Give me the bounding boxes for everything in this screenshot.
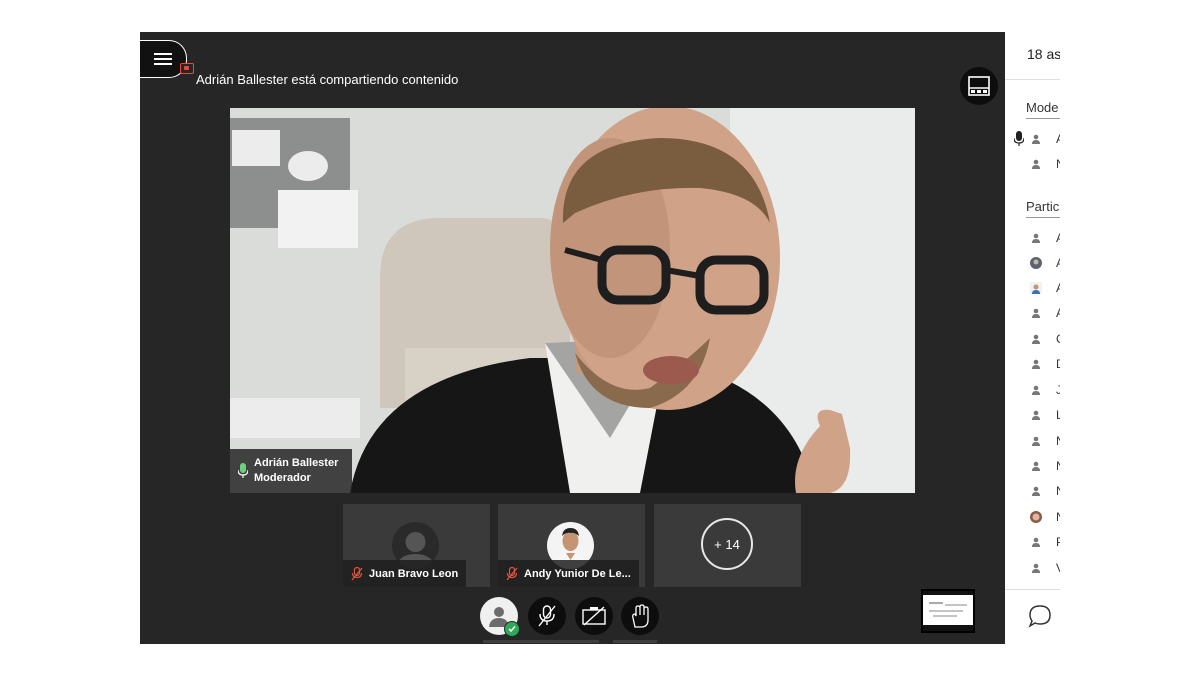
attendee-row[interactable]: L <box>1005 405 1060 425</box>
user-icon <box>1032 410 1040 420</box>
user-icon <box>1032 134 1040 144</box>
content-thumbnail-image <box>923 591 973 631</box>
hamburger-icon <box>154 53 172 65</box>
user-icon <box>1032 359 1040 369</box>
user-icon <box>1032 486 1040 496</box>
status-check-icon <box>504 621 520 637</box>
main-video-feed: Adrián Ballester Moderador <box>230 108 915 493</box>
attendee-row[interactable]: A <box>1005 228 1060 248</box>
attendee-row[interactable]: D <box>1005 354 1060 374</box>
attendee-row[interactable]: A <box>1005 253 1060 273</box>
attendee-row[interactable]: V <box>1005 558 1060 578</box>
avatar <box>1030 257 1042 269</box>
camera-toggle-button[interactable] <box>575 597 613 635</box>
more-participants-button[interactable]: + 14 <box>701 518 753 570</box>
layout-toggle-button[interactable] <box>960 67 998 105</box>
participant-thumbnail[interactable]: Juan Bravo Leon <box>343 504 490 587</box>
shared-content-preview[interactable] <box>921 589 975 633</box>
more-participants-tile[interactable]: + 14 <box>654 504 801 587</box>
speaker-name: Adrián Ballester <box>254 457 339 469</box>
user-icon <box>1032 385 1040 395</box>
user-icon <box>1032 537 1040 547</box>
avatar <box>1030 282 1042 294</box>
recording-icon <box>180 63 194 74</box>
user-icon <box>1032 233 1040 243</box>
attendee-row[interactable]: N <box>1005 456 1060 476</box>
chat-button[interactable] <box>1028 604 1052 633</box>
attendee-row[interactable]: N <box>1005 431 1060 451</box>
attendees-count: 18 as <box>1027 46 1060 62</box>
speaker-video-image <box>230 108 915 493</box>
user-icon <box>1032 334 1040 344</box>
user-icon <box>1032 159 1040 169</box>
attendee-row[interactable]: N <box>1005 154 1060 174</box>
sharing-status-text: Adrián Ballester está compartiendo conte… <box>196 72 459 87</box>
user-icon <box>1032 563 1040 573</box>
attendee-row[interactable]: J <box>1005 380 1060 400</box>
attendee-row[interactable]: N <box>1005 481 1060 501</box>
speaker-role: Moderador <box>254 472 311 484</box>
divider <box>613 640 657 643</box>
moderators-header: Mode <box>1026 100 1059 115</box>
participants-header: Partic <box>1026 199 1060 214</box>
microphone-toggle-button[interactable] <box>528 597 566 635</box>
divider <box>1026 118 1060 119</box>
participant-name: Andy Yunior De Le... <box>524 567 631 580</box>
attendees-panel: 18 as Mode A N Partic A A <box>1005 32 1060 644</box>
divider <box>483 640 599 643</box>
user-icon <box>1032 436 1040 446</box>
attendee-row[interactable]: A <box>1005 303 1060 323</box>
my-status-button[interactable] <box>480 597 520 637</box>
raise-hand-button[interactable] <box>621 597 659 635</box>
mic-off-icon <box>538 605 556 627</box>
collaborate-window: Adrián Ballester está compartiendo conte… <box>140 32 1060 644</box>
camera-off-icon <box>582 606 606 626</box>
divider <box>1005 79 1060 80</box>
participant-name: Juan Bravo Leon <box>369 567 459 580</box>
participant-label: Juan Bravo Leon <box>343 560 467 587</box>
raise-hand-icon <box>632 604 649 628</box>
chat-bubble-icon <box>1028 605 1051 628</box>
divider <box>1026 217 1060 218</box>
speaking-mic-icon <box>238 463 248 478</box>
muted-mic-icon <box>506 566 518 580</box>
attendee-row[interactable]: N <box>1005 507 1060 527</box>
attendee-row[interactable]: A <box>1005 129 1060 149</box>
mic-icon <box>1014 131 1024 146</box>
user-icon <box>1032 461 1040 471</box>
attendee-row[interactable]: P <box>1005 532 1060 552</box>
divider <box>1005 589 1060 590</box>
main-stage: Adrián Ballester está compartiendo conte… <box>140 32 1005 644</box>
participant-thumbnail[interactable]: Andy Yunior De Le... <box>498 504 645 587</box>
avatar <box>1030 511 1042 523</box>
speaker-name-tag: Adrián Ballester Moderador <box>230 449 352 493</box>
user-icon <box>1032 308 1040 318</box>
attendee-row[interactable]: A <box>1005 278 1060 298</box>
layout-icon <box>968 76 990 96</box>
participant-label: Andy Yunior De Le... <box>498 560 639 587</box>
attendee-row[interactable]: C <box>1005 329 1060 349</box>
muted-mic-icon <box>351 566 363 580</box>
